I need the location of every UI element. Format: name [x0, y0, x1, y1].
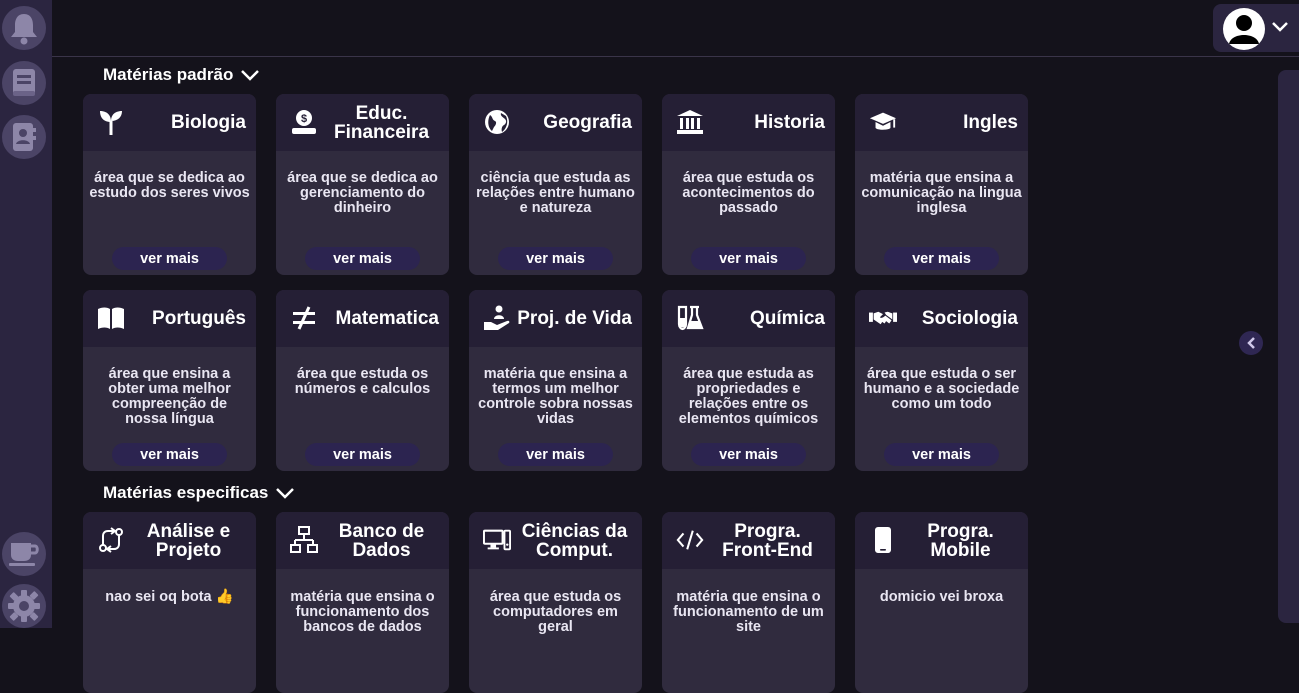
card-title: Progra. Front-End — [722, 520, 813, 561]
card-title: Geografia — [543, 112, 632, 133]
card-title: Ciências da Comput. — [521, 520, 628, 561]
card-description: área que estuda as propriedades e relaçõ… — [678, 366, 819, 427]
flask-icon — [676, 304, 704, 332]
svg-text:$: $ — [301, 113, 307, 125]
subject-card-portugues: Português área que ensina a obter uma me… — [83, 290, 256, 471]
card-description: área que se dedica ao gerenciamento do d… — [287, 170, 438, 216]
chevron-down-icon — [241, 70, 260, 81]
book-icon[interactable] — [2, 61, 46, 105]
ver-mais-button[interactable]: ver mais — [884, 247, 999, 270]
chevron-left-icon[interactable] — [1239, 331, 1263, 355]
book-open-icon — [97, 304, 125, 332]
gear-icon[interactable] — [2, 584, 46, 628]
subject-card-banco-de-dados: Banco de Dados matéria que ensina o func… — [276, 512, 449, 693]
ver-mais-button[interactable]: ver mais — [305, 443, 420, 466]
subject-card-matematica: Matematica área que estuda os números e … — [276, 290, 449, 471]
subject-card-ingles: Ingles matéria que ensina a comunicação … — [855, 94, 1028, 275]
subject-card-ciencias-da-comput: Ciências da Comput. área que estuda os c… — [469, 512, 642, 693]
card-description: área que estuda o ser humano e a socieda… — [863, 366, 1020, 412]
card-title: Educ. Financeira — [333, 102, 430, 143]
subject-card-progra-front-end: Progra. Front-End matéria que ensina o f… — [662, 512, 835, 693]
card-title: Banco de Dados — [338, 520, 425, 561]
card-description: ciência que estuda as relações entre hum… — [476, 170, 635, 216]
money-bag-icon: $ — [290, 108, 318, 136]
card-description: área que ensina a obter uma melhor compr… — [108, 366, 231, 427]
card-title: Ingles — [963, 112, 1018, 133]
ver-mais-button[interactable]: ver mais — [691, 247, 806, 270]
landmark-icon — [676, 108, 704, 136]
section-title-especificas-label: Matérias especificas — [103, 483, 269, 502]
card-description: matéria que ensina o funcionamento de um… — [673, 589, 824, 635]
card-description: área que estuda os números e calculos — [294, 366, 431, 397]
subject-card-historia: Historia área que estuda os aconteciment… — [662, 94, 835, 275]
globe-icon — [483, 108, 511, 136]
not-equal-icon — [290, 304, 318, 332]
subject-card-biologia: Biologia área que se dedica ao estudo do… — [83, 94, 256, 275]
contact-book-icon[interactable] — [2, 115, 46, 159]
card-title: Análise e Projeto — [146, 520, 231, 561]
left-sidebar — [0, 0, 52, 628]
graduation-cap-icon — [869, 108, 897, 136]
card-title: Química — [750, 308, 825, 329]
avatar[interactable] — [1223, 8, 1265, 50]
card-description: matéria que ensina a comunicação na ling… — [861, 170, 1022, 216]
card-title: Matematica — [335, 308, 440, 329]
section-title-padrao[interactable]: Matérias padrão — [103, 65, 261, 85]
hand-holding-person-icon — [483, 304, 511, 332]
card-description: área que se dedica ao estudo dos seres v… — [89, 170, 250, 201]
profile-menu[interactable] — [1213, 4, 1299, 52]
ver-mais-button[interactable]: ver mais — [498, 247, 613, 270]
right-panel — [1278, 70, 1299, 623]
card-description: domicio vei broxa — [879, 589, 1004, 605]
card-title: Historia — [754, 112, 825, 133]
card-description: matéria que ensina o funcionamento dos b… — [290, 589, 435, 635]
seedling-icon — [97, 108, 125, 136]
subject-card-analise-e-projeto: Análise e Projeto nao sei oq bota 👍 — [83, 512, 256, 693]
ver-mais-button[interactable]: ver mais — [498, 443, 613, 466]
top-bar — [52, 0, 1299, 57]
chevron-down-icon[interactable] — [1271, 20, 1289, 38]
mobile-icon — [869, 526, 897, 554]
card-title: Progra. Mobile — [927, 520, 994, 561]
subject-card-educ-financeira: $ Educ. Financeira área que se dedica ao… — [276, 94, 449, 275]
card-title: Português — [152, 308, 246, 329]
chevron-down-icon — [276, 488, 295, 499]
card-description: nao sei oq bota 👍 — [105, 589, 234, 605]
code-icon — [676, 526, 704, 554]
section-title-padrao-label: Matérias padrão — [103, 65, 234, 84]
coffee-icon[interactable] — [2, 532, 46, 576]
card-title: Biologia — [171, 112, 246, 133]
network-icon — [290, 526, 318, 554]
computer-icon — [483, 526, 511, 554]
ver-mais-button[interactable]: ver mais — [691, 443, 806, 466]
subject-card-sociologia: Sociologia área que estuda o ser humano … — [855, 290, 1028, 471]
handshake-icon — [869, 304, 897, 332]
card-title: Proj. de Vida — [517, 308, 632, 329]
card-description: matéria que ensina a termos um melhor co… — [478, 366, 633, 427]
card-description: área que estuda os computadores em geral — [489, 589, 622, 635]
bell-icon[interactable] — [2, 6, 46, 50]
ver-mais-button[interactable]: ver mais — [305, 247, 420, 270]
card-description: área que estuda os acontecimentos do pas… — [682, 170, 815, 216]
subject-card-proj-de-vida: Proj. de Vida matéria que ensina a termo… — [469, 290, 642, 471]
section-title-especificas[interactable]: Matérias especificas — [103, 483, 296, 503]
subject-card-progra-mobile: Progra. Mobile domicio vei broxa — [855, 512, 1028, 693]
subject-card-quimica: Química área que estuda as propriedades … — [662, 290, 835, 471]
ver-mais-button[interactable]: ver mais — [112, 247, 227, 270]
subject-card-geografia: Geografia ciência que estuda as relações… — [469, 94, 642, 275]
card-title: Sociologia — [921, 308, 1018, 329]
ver-mais-button[interactable]: ver mais — [884, 443, 999, 466]
ver-mais-button[interactable]: ver mais — [112, 443, 227, 466]
arrows-rotate-icon — [97, 526, 125, 554]
